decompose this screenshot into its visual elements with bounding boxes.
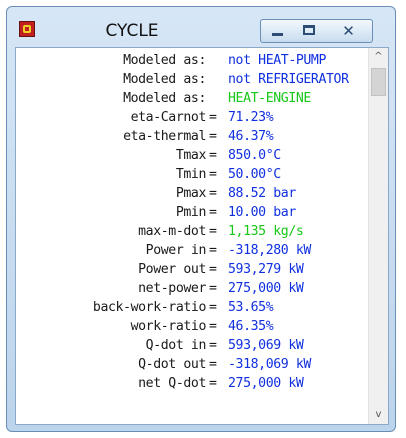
close-icon: ✕ bbox=[342, 22, 355, 40]
minimize-button[interactable] bbox=[260, 19, 294, 43]
result-value: -318,280 kW bbox=[228, 243, 311, 258]
result-label: eta-thermal bbox=[123, 129, 206, 144]
equals-sign: = bbox=[209, 186, 217, 201]
result-label: Modeled as: bbox=[123, 91, 206, 106]
result-label: back-work-ratio bbox=[92, 300, 206, 315]
result-label: Tmin bbox=[175, 167, 207, 182]
result-value: 593,279 kW bbox=[228, 262, 304, 277]
result-row: Modeled as: not HEAT-PUMP bbox=[16, 51, 368, 70]
result-row: Modeled as: HEAT-ENGINE bbox=[16, 89, 368, 108]
result-value: 50.00°C bbox=[228, 167, 281, 182]
equals-sign: = bbox=[209, 224, 217, 239]
title-bar[interactable]: CYCLE ✕ bbox=[7, 7, 395, 47]
result-label: net Q-dot bbox=[138, 376, 206, 391]
equals-sign: = bbox=[209, 148, 217, 163]
result-value: 275,000 kW bbox=[228, 376, 304, 391]
maximize-icon bbox=[303, 25, 315, 35]
result-row: eta-thermal = 46.37% bbox=[16, 127, 368, 146]
chevron-down-icon[interactable]: v bbox=[369, 406, 388, 424]
result-label: eta-Carnot bbox=[130, 110, 207, 125]
result-label: work-ratio bbox=[130, 319, 207, 334]
result-label: Power out bbox=[138, 262, 206, 277]
scrollbar-thumb[interactable] bbox=[371, 68, 386, 96]
result-row: Power in = -318,280 kW bbox=[16, 241, 368, 260]
result-value: 275,000 kW bbox=[228, 281, 304, 296]
result-row: Pmax = 88.52 bar bbox=[16, 184, 368, 203]
result-label: max-m-dot bbox=[138, 224, 206, 239]
result-value: 46.35% bbox=[228, 319, 274, 334]
equals-sign: = bbox=[209, 167, 217, 182]
result-label: net-power bbox=[138, 281, 206, 296]
result-value: not REFRIGERATOR bbox=[228, 72, 349, 87]
maximize-button[interactable] bbox=[293, 19, 326, 43]
result-row: work-ratio = 46.35% bbox=[16, 317, 368, 336]
result-value: 593,069 kW bbox=[228, 338, 304, 353]
window-title: CYCLE bbox=[105, 21, 159, 41]
equals-sign: = bbox=[209, 300, 217, 315]
result-row: Tmin = 50.00°C bbox=[16, 165, 368, 184]
result-label: Modeled as: bbox=[123, 72, 206, 87]
result-label: Q-dot out bbox=[138, 357, 206, 372]
equals-sign: = bbox=[209, 110, 217, 125]
result-row: back-work-ratio = 53.65% bbox=[16, 298, 368, 317]
result-value: not HEAT-PUMP bbox=[228, 53, 327, 68]
result-label: Pmin bbox=[175, 205, 207, 220]
result-label: Q-dot in bbox=[145, 338, 207, 353]
result-row: Q-dot out = -318,069 kW bbox=[16, 355, 368, 374]
result-row: Tmax = 850.0°C bbox=[16, 146, 368, 165]
result-value: 46.37% bbox=[228, 129, 274, 144]
equals-sign: = bbox=[209, 129, 217, 144]
result-label: Power in bbox=[145, 243, 207, 258]
result-value: 71.23% bbox=[228, 110, 274, 125]
equals-sign: = bbox=[209, 205, 217, 220]
vertical-scrollbar[interactable]: ^ v bbox=[368, 48, 388, 424]
equals-sign: = bbox=[209, 338, 217, 353]
result-value: 1,135 kg/s bbox=[228, 224, 304, 239]
result-label: Pmax bbox=[175, 186, 207, 201]
cycle-window: CYCLE ✕ Modeled as: not HEAT-PUMP Modeled … bbox=[6, 6, 396, 432]
result-row: Q-dot in = 593,069 kW bbox=[16, 336, 368, 355]
equals-sign: = bbox=[209, 243, 217, 258]
close-button[interactable]: ✕ bbox=[325, 19, 373, 43]
result-row: net Q-dot = 275,000 kW bbox=[16, 374, 368, 393]
result-row: Pmin = 10.00 bar bbox=[16, 203, 368, 222]
equals-sign: = bbox=[209, 281, 217, 296]
result-row: Modeled as: not REFRIGERATOR bbox=[16, 70, 368, 89]
result-value: 850.0°C bbox=[228, 148, 281, 163]
result-label: Tmax bbox=[175, 148, 207, 163]
result-value: 10.00 bar bbox=[228, 205, 296, 220]
result-value: 88.52 bar bbox=[228, 186, 296, 201]
result-value: -318,069 kW bbox=[228, 357, 311, 372]
result-value: 53.65% bbox=[228, 300, 274, 315]
minimize-icon bbox=[272, 33, 283, 36]
result-value: HEAT-ENGINE bbox=[228, 91, 311, 106]
result-row: eta-Carnot = 71.23% bbox=[16, 108, 368, 127]
result-label: Modeled as: bbox=[123, 53, 206, 68]
equals-sign: = bbox=[209, 262, 217, 277]
chevron-up-icon[interactable]: ^ bbox=[369, 48, 388, 66]
results-panel: Modeled as: not HEAT-PUMP Modeled as: not R… bbox=[15, 47, 389, 425]
equals-sign: = bbox=[209, 357, 217, 372]
equals-sign: = bbox=[209, 319, 217, 334]
result-row: max-m-dot = 1,135 kg/s bbox=[16, 222, 368, 241]
result-row: Power out = 593,279 kW bbox=[16, 260, 368, 279]
result-row: net-power = 275,000 kW bbox=[16, 279, 368, 298]
equals-sign: = bbox=[209, 376, 217, 391]
